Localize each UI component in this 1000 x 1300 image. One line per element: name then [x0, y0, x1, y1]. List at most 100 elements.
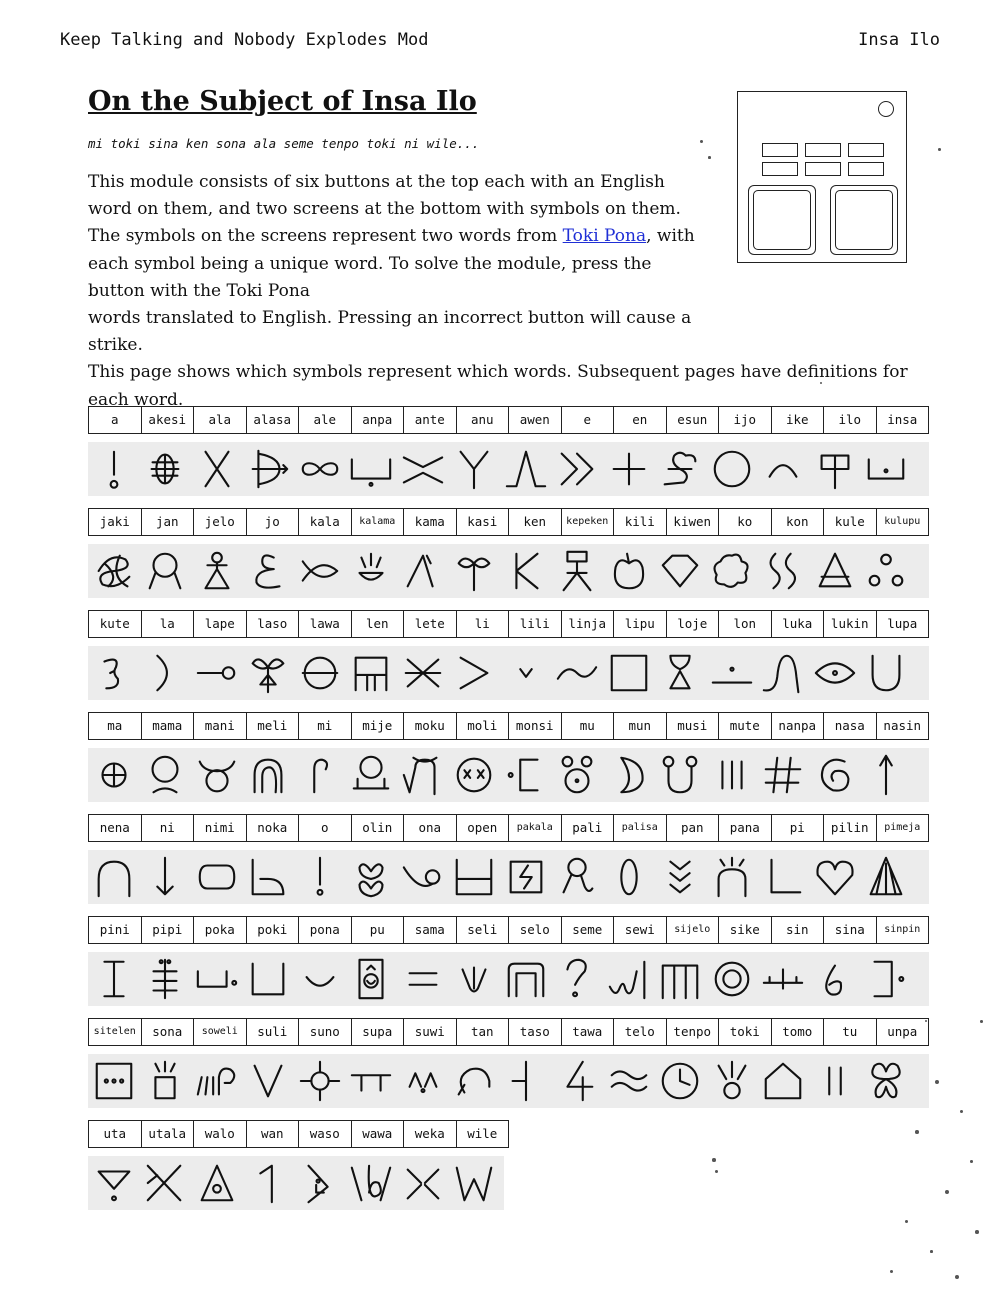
glyph-moku-icon: [397, 748, 449, 802]
glyph-nasin-icon: [861, 748, 913, 802]
glyph-ona-icon: [397, 850, 449, 904]
word-label: tomo: [771, 1018, 824, 1046]
glyph-uta-icon: [88, 1156, 140, 1210]
word-label: poka: [194, 916, 247, 944]
word-label: luka: [771, 610, 824, 638]
word-label: lipu: [614, 610, 667, 638]
word-label: tu: [824, 1018, 877, 1046]
word-label: ijo: [719, 406, 772, 434]
glyph-lete-icon: [397, 646, 449, 700]
word-label: pali: [561, 814, 614, 842]
word-label: sama: [404, 916, 457, 944]
word-label: la: [141, 610, 194, 638]
paper-speck: [955, 1275, 959, 1279]
word-label: wile: [456, 1120, 509, 1148]
word-label: pakala: [509, 814, 562, 842]
word-label: ma: [88, 712, 142, 740]
glyph-seme-icon: [552, 952, 604, 1006]
word-label: tan: [456, 1018, 509, 1046]
paper-speck: [960, 1110, 963, 1113]
glyph-olin-icon: [346, 850, 398, 904]
word-label: toki: [719, 1018, 772, 1046]
word-label: jo: [246, 508, 299, 536]
word-label: lili: [509, 610, 562, 638]
paper-speck: [715, 1170, 718, 1173]
paper-speck: [938, 148, 941, 151]
glyph-palisa-icon: [603, 850, 655, 904]
word-label: suwi: [404, 1018, 457, 1046]
word-label: noka: [246, 814, 299, 842]
toki-pona-link[interactable]: Toki Pona: [563, 226, 646, 246]
word-label: kala: [299, 508, 352, 536]
glyph-sinpin-icon: [861, 952, 913, 1006]
glyph-mije-icon: [346, 748, 398, 802]
glyph-sama-icon: [397, 952, 449, 1006]
page-title: On the Subject of Insa Ilo: [88, 86, 477, 117]
word-label: lupa: [876, 610, 929, 638]
status-light-icon: [878, 101, 894, 117]
symbol-row: [88, 646, 929, 700]
glyph-jelo-icon: [191, 544, 243, 598]
word-label: pana: [719, 814, 772, 842]
glyph-sike-icon: [706, 952, 758, 1006]
glyph-sitelen-icon: [88, 1054, 140, 1108]
glyph-unpa-icon: [861, 1054, 913, 1108]
word-label: kalama: [351, 508, 404, 536]
glyph-lawa-icon: [294, 646, 346, 700]
paper-speck: [712, 1158, 716, 1162]
glyph-loje-icon: [655, 646, 707, 700]
glyph-lipu-icon: [603, 646, 655, 700]
word-label: en: [614, 406, 667, 434]
word-label: jan: [141, 508, 194, 536]
module-button-icon: [848, 162, 884, 176]
glyph-telo-icon: [603, 1054, 655, 1108]
word-label: lukin: [824, 610, 877, 638]
glyph-lukin-icon: [809, 646, 861, 700]
word-label: e: [561, 406, 614, 434]
word-label: mi: [299, 712, 352, 740]
glyph-anu-icon: [449, 442, 501, 496]
word-label: awen: [509, 406, 562, 434]
module-button-icon: [805, 143, 841, 157]
glyph-waso-icon: [294, 1156, 346, 1210]
glyph-supa-icon: [346, 1054, 398, 1108]
glyph-o-icon: [294, 850, 346, 904]
word-label: mama: [141, 712, 194, 740]
word-label: li: [456, 610, 509, 638]
glyph-toki-icon: [706, 1054, 758, 1108]
glyph-nanpa-icon: [758, 748, 810, 802]
glyph-pan-icon: [655, 850, 707, 904]
glyph-wawa-icon: [346, 1156, 398, 1210]
word-label: ilo: [824, 406, 877, 434]
word-label: utala: [141, 1120, 194, 1148]
word-label: kama: [404, 508, 457, 536]
word-label: kili: [614, 508, 667, 536]
glyph-kule-icon: [809, 544, 861, 598]
word-label: musi: [666, 712, 719, 740]
word-label: nimi: [194, 814, 247, 842]
paper-speck: [945, 1190, 949, 1194]
glyph-mani-icon: [191, 748, 243, 802]
word-label: moku: [404, 712, 457, 740]
paper-speck: [980, 1020, 983, 1023]
word-label: ante: [404, 406, 457, 434]
word-label: jaki: [88, 508, 142, 536]
glyph-ma-icon: [88, 748, 140, 802]
module-button-icon: [762, 162, 798, 176]
paper-speck: [700, 140, 703, 143]
word-label: uta: [88, 1120, 142, 1148]
glyph-insa-icon: [861, 442, 913, 496]
module-button-icon: [848, 143, 884, 157]
glyph-sin-icon: [758, 952, 810, 1006]
paper-speck: [935, 1080, 939, 1084]
word-label: moli: [456, 712, 509, 740]
running-header-left: Keep Talking and Nobody Explodes Mod: [60, 30, 429, 50]
glyph-nimi-icon: [191, 850, 243, 904]
glyph-luka-icon: [758, 646, 810, 700]
word-label: ale: [299, 406, 352, 434]
glyph-weka-icon: [397, 1156, 449, 1210]
module-diagram: [737, 91, 907, 263]
paper-speck: [890, 1270, 894, 1274]
glyph-wile-icon: [449, 1156, 501, 1210]
glyph-e-icon: [552, 442, 604, 496]
